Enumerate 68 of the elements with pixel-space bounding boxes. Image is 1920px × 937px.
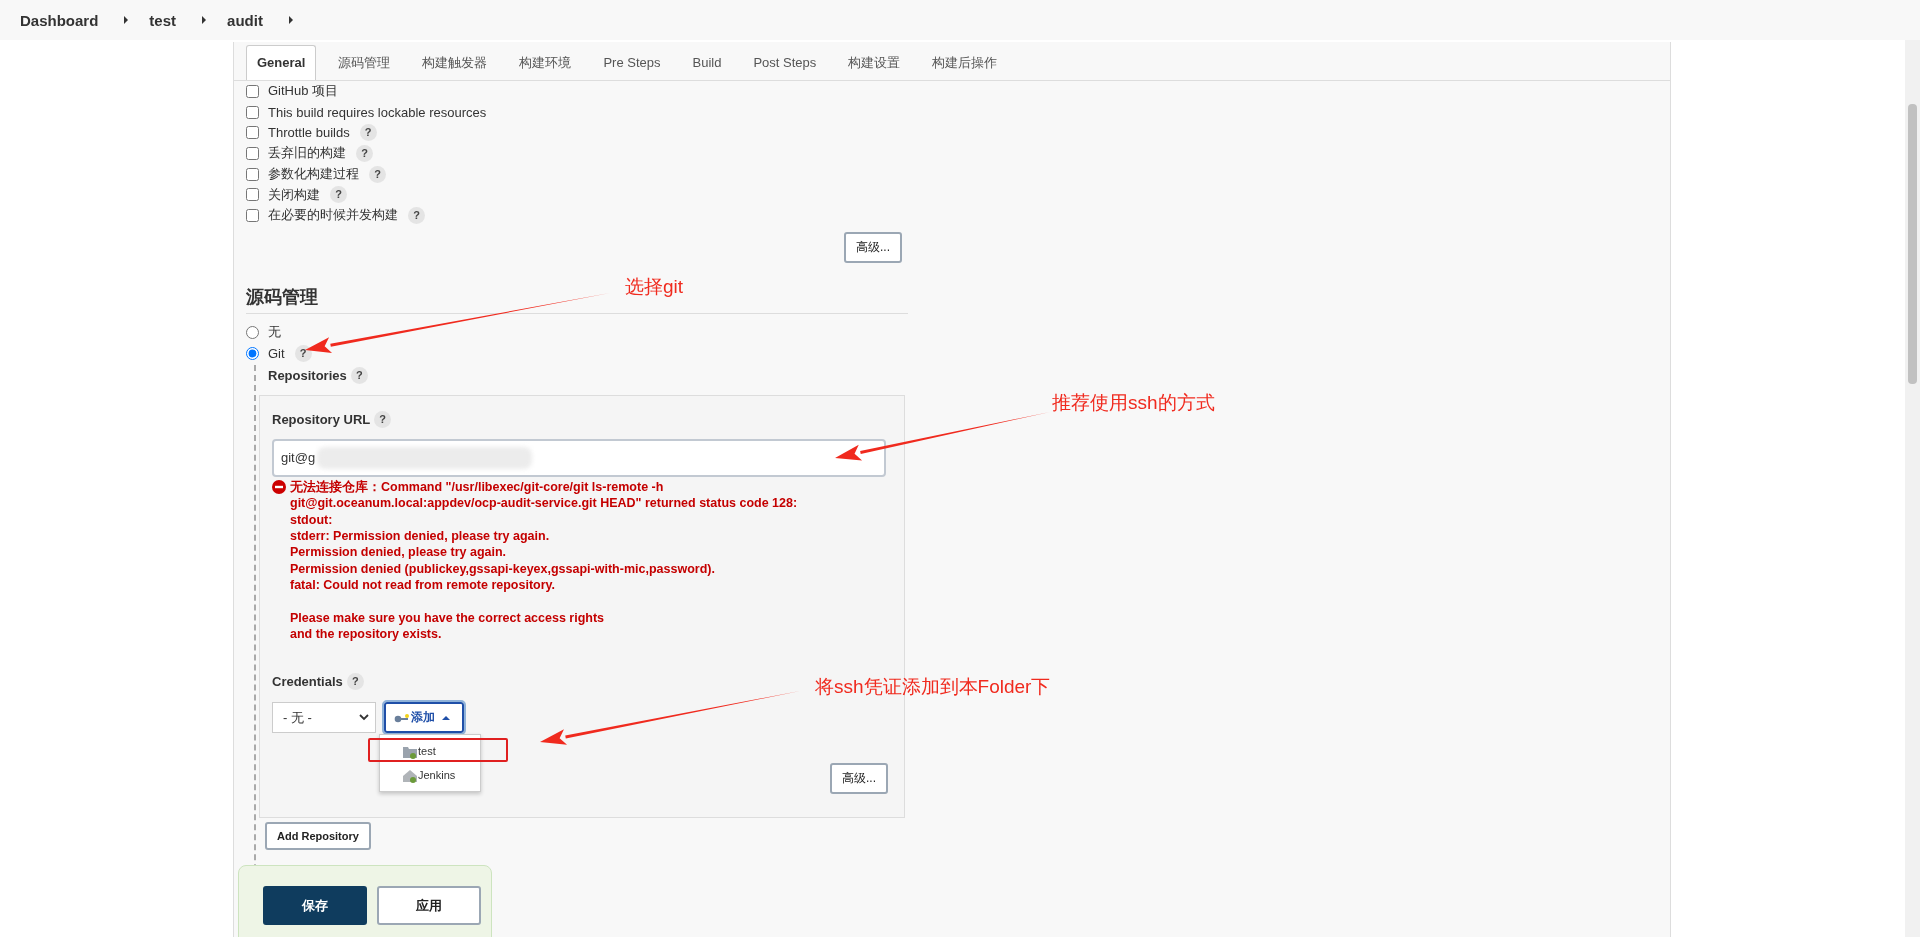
checkbox-label: This build requires lockable resources	[268, 104, 487, 120]
advanced-button[interactable]: 高级...	[844, 231, 902, 263]
field-label: Repository URL	[272, 412, 371, 428]
key-icon	[394, 712, 409, 723]
chevron-icon	[359, 714, 369, 722]
radio-button[interactable]	[246, 346, 259, 360]
menu-item[interactable]: test	[380, 739, 480, 764]
credentials-select[interactable]: - 无 -	[272, 702, 376, 734]
radio-label: Git	[268, 345, 285, 361]
checkbox-label: Throttle builds	[268, 125, 350, 141]
house-icon	[402, 767, 417, 783]
caret-icon	[442, 714, 450, 721]
help-button[interactable]: ?	[356, 144, 373, 162]
error-message: 无法连接仓库：Command "/usr/libexec/git-core/git ls-remote -h git@git.oceanum.local:appdev/ocp-audit-service.git HEAD" returned status code 128: stdout: stderr: Permission denied, please try again. Permission denied, please try again. Permission denied (publickey,gssapi-keyex,gssapi-with-mic,password). fatal: Could not read from remote repository.	[290, 478, 798, 594]
tab[interactable]: General	[246, 45, 317, 80]
tab[interactable]: Post Steps	[737, 46, 833, 80]
checkbox[interactable]	[246, 188, 259, 202]
field-label: Repositories	[268, 368, 347, 384]
caret-icon	[286, 15, 294, 25]
tab[interactable]: 构建后操作	[916, 46, 1014, 80]
error-icon	[272, 479, 286, 494]
checkbox-label: 参数化构建过程	[268, 165, 359, 184]
tab[interactable]: 构建设置	[832, 46, 917, 80]
help-button[interactable]: ?	[369, 165, 386, 183]
checkbox-label: 关闭构建	[268, 185, 320, 204]
menu-item[interactable]: Jenkins	[380, 763, 480, 788]
radio-label: 无	[268, 323, 281, 342]
tab[interactable]: 源码管理	[322, 46, 407, 80]
checkbox-label: 丢弃旧的构建	[268, 144, 346, 163]
breadcrumb-link[interactable]: test	[149, 11, 177, 29]
tab[interactable]: 构建环境	[503, 46, 588, 80]
annotation-text: 推荐使用ssh的方式	[1052, 391, 1215, 415]
breadcrumb-link[interactable]: Dashboard	[20, 11, 99, 29]
scrollbar[interactable]	[1905, 40, 1920, 937]
tab[interactable]: Build	[676, 46, 738, 80]
field-label: Credentials	[272, 673, 343, 689]
input-field[interactable]: git@g	[272, 438, 886, 477]
checkbox-label: 在必要的时候并发构建	[268, 206, 398, 225]
checkbox[interactable]	[246, 105, 259, 119]
scrollbar-thumb[interactable]	[1908, 104, 1917, 384]
add-repository-button[interactable]: Add Repository	[265, 822, 371, 851]
radio-button[interactable]	[246, 325, 259, 339]
help-button[interactable]: ?	[359, 124, 377, 142]
caret-icon	[200, 15, 208, 25]
help-button[interactable]: ?	[408, 206, 425, 224]
help-button[interactable]: ?	[346, 672, 364, 690]
help-button[interactable]: ?	[330, 186, 347, 204]
help-button[interactable]: ?	[294, 344, 312, 362]
checkbox-label: GitHub 项目	[268, 82, 339, 101]
breadcrumb-link[interactable]: audit	[227, 11, 263, 29]
advanced-button[interactable]: 高级...	[830, 763, 888, 795]
annotation-text: 将ssh凭证添加到本Folder下	[815, 675, 1051, 699]
apply-button[interactable]: 应用	[377, 886, 481, 925]
checkbox[interactable]	[246, 167, 259, 181]
checkbox[interactable]	[246, 84, 259, 98]
help-button[interactable]: ?	[374, 411, 392, 429]
checkbox[interactable]	[246, 126, 259, 140]
help-button[interactable]: ?	[350, 367, 368, 385]
caret-icon	[122, 15, 130, 25]
checkbox[interactable]	[246, 146, 259, 160]
annotation-text: 选择git	[625, 275, 684, 299]
tab[interactable]: 构建触发器	[406, 46, 504, 80]
add-button[interactable]: 添加	[384, 702, 464, 734]
field-value: git@g	[281, 450, 316, 466]
tab[interactable]: Pre Steps	[587, 46, 677, 80]
save-button[interactable]: 保存	[263, 886, 367, 925]
checkbox[interactable]	[246, 208, 259, 222]
error-message: Please make sure you have the correct access rights and the repository exists.	[290, 609, 606, 643]
